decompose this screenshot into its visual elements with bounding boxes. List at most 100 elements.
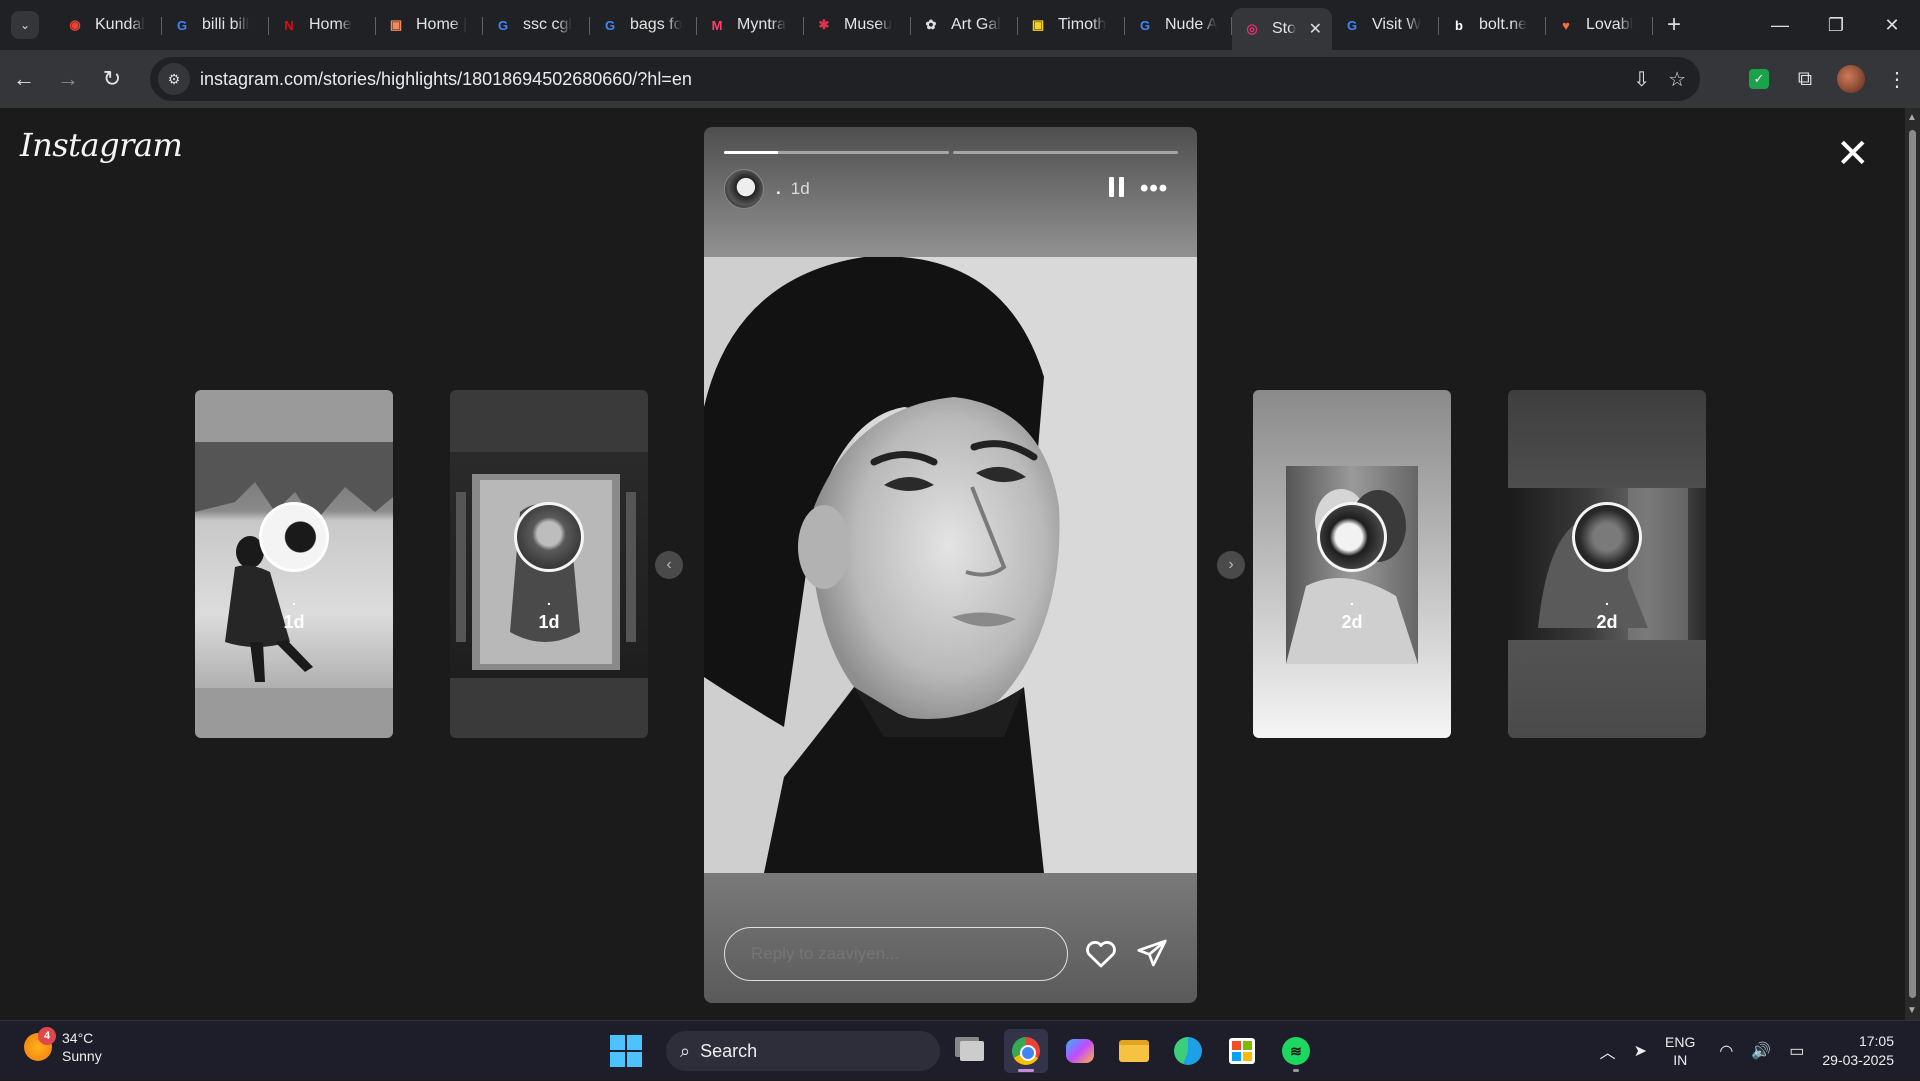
back-button[interactable]: ←	[4, 59, 44, 99]
browser-tab[interactable]: b bolt.ne	[1439, 6, 1546, 44]
microsoft-store-icon[interactable]	[1220, 1029, 1264, 1073]
taskbar-clock[interactable]: 17:05 29-03-2025	[1822, 1032, 1894, 1070]
tab-title: ssc cgl	[523, 16, 572, 33]
browser-tab[interactable]: G Visit W	[1332, 6, 1439, 44]
openai-icon: ✿	[925, 17, 937, 32]
previous-story-button[interactable]: ‹	[655, 551, 683, 579]
browser-tab[interactable]: G Nude A	[1125, 6, 1232, 44]
site-icon: ▣	[389, 17, 403, 32]
show-hidden-icons-chevron-icon[interactable]: ︿	[1600, 1039, 1616, 1063]
instagram-icon: ◎	[1246, 21, 1258, 36]
scroll-up-arrow-icon[interactable]: ▲	[1907, 112, 1917, 123]
browser-tab[interactable]: ✿ Art Gal	[911, 6, 1018, 44]
browser-tab[interactable]: Gbilli bill	[162, 6, 269, 44]
language-indicator[interactable]: ENG IN	[1665, 1033, 1695, 1069]
file-explorer-icon[interactable]	[1112, 1029, 1156, 1073]
instagram-stories-page: Instagram ✕ . 1d . 1d ‹ . 1d ••• Reply t…	[0, 108, 1905, 1020]
copilot-icon[interactable]	[1058, 1029, 1102, 1073]
site-settings-icon[interactable]: ⚙	[158, 63, 190, 95]
story-author-name[interactable]: .	[776, 179, 781, 199]
tab-title: billi bill	[202, 16, 250, 33]
extension-shield-icon[interactable]: ✓	[1736, 56, 1782, 102]
new-tab-button[interactable]: +	[1667, 11, 1681, 39]
close-window-button[interactable]: ✕	[1864, 0, 1920, 50]
windows-taskbar: 4 34°C Sunny ⌕ Search ≋ ︿ ➤ ENG IN ◠ 🔊 ▭…	[0, 1020, 1920, 1080]
close-tab-icon[interactable]: ✕	[1309, 19, 1322, 39]
forward-button[interactable]: →	[48, 59, 88, 99]
battery-icon[interactable]: ▭	[1789, 1041, 1804, 1061]
browser-tab[interactable]: N Home	[269, 6, 376, 44]
bookmark-star-icon[interactable]: ☆	[1668, 67, 1686, 92]
browser-tab[interactable]: ✱ Museu	[804, 6, 911, 44]
install-app-icon[interactable]: ⇩	[1633, 67, 1650, 92]
sun-icon: 4	[24, 1027, 56, 1061]
browser-menu-icon[interactable]: ⋮	[1874, 56, 1920, 102]
browser-tab[interactable]: ▣ Home |	[376, 6, 483, 44]
tab-search-button[interactable]: ⌄	[11, 11, 39, 39]
story-image	[704, 257, 1197, 873]
tab-title: bolt.ne	[1479, 16, 1528, 33]
site-icon: ▣	[1031, 17, 1045, 32]
reload-button[interactable]: ↻	[92, 59, 132, 99]
preview-username: .	[1605, 592, 1609, 608]
profile-avatar[interactable]	[1828, 56, 1874, 102]
spotify-icon[interactable]: ≋	[1274, 1029, 1318, 1073]
browser-tab[interactable]: ◉ Kundal	[55, 6, 162, 44]
story-header: . 1d •••	[724, 169, 1178, 209]
window-controls: — ❐ ✕	[1752, 0, 1920, 50]
clock-date: 29-03-2025	[1822, 1052, 1894, 1068]
address-bar[interactable]: ⚙ instagram.com/stories/highlights/18018…	[150, 57, 1700, 101]
story-author-avatar[interactable]	[724, 169, 764, 209]
restore-button[interactable]: ❐	[1808, 0, 1864, 50]
notification-badge: 4	[38, 1027, 56, 1045]
url-text[interactable]: instagram.com/stories/highlights/1801869…	[200, 69, 692, 90]
chevron-down-icon: ⌄	[19, 18, 31, 32]
maps-pin-icon: ◉	[69, 17, 81, 32]
minimize-button[interactable]: —	[1752, 0, 1808, 50]
browser-tab[interactable]: ♥ Lovabl	[1546, 6, 1653, 44]
like-heart-icon[interactable]	[1084, 937, 1118, 971]
page-scrollbar[interactable]: ▲ ▼	[1905, 108, 1920, 1020]
preview-time: 2d	[1341, 612, 1363, 632]
tab-list: ◉ Kundal Gbilli bill N Home ▣ Home | Gssc cgl Gb…	[55, 0, 1653, 50]
browser-tab[interactable]: Gbags fo	[590, 6, 697, 44]
send-direct-icon[interactable]	[1136, 937, 1168, 969]
extensions-puzzle-icon[interactable]: ⧉	[1782, 56, 1828, 102]
location-arrow-icon[interactable]: ➤	[1634, 1041, 1647, 1061]
chevron-left-icon: ‹	[666, 556, 672, 573]
task-view-icon[interactable]	[950, 1029, 994, 1073]
chrome-taskbar-icon[interactable]	[1004, 1029, 1048, 1073]
scrollbar-thumb[interactable]	[1909, 130, 1916, 998]
asterisk-icon: ✱	[818, 17, 830, 32]
close-stories-button[interactable]: ✕	[1836, 134, 1870, 174]
tab-title: Timoth	[1058, 16, 1107, 33]
browser-tab[interactable]: ◎ Sto ✕	[1232, 8, 1332, 50]
story-reply-input[interactable]	[724, 927, 1068, 981]
pause-icon[interactable]	[1104, 177, 1128, 201]
volume-icon[interactable]: 🔊	[1751, 1041, 1771, 1061]
story-preview[interactable]: . 1d	[195, 390, 393, 738]
tab-title: Kundal	[95, 16, 145, 33]
taskbar-search-box[interactable]: ⌕ Search	[666, 1031, 940, 1071]
edge-icon[interactable]	[1166, 1029, 1210, 1073]
more-options-icon[interactable]: •••	[1140, 175, 1168, 203]
tab-title: Museu	[844, 16, 893, 33]
active-story[interactable]: . 1d •••	[704, 127, 1197, 1003]
story-preview[interactable]: . 1d	[450, 390, 648, 738]
reload-icon: ↻	[102, 66, 122, 91]
next-story-button[interactable]: ›	[1217, 551, 1245, 579]
wifi-icon[interactable]: ◠	[1719, 1041, 1733, 1061]
weather-widget[interactable]: 4 34°C Sunny	[24, 1027, 102, 1065]
browser-tab[interactable]: ▣ Timoth	[1018, 6, 1125, 44]
tab-title: Art Gal	[951, 16, 1001, 33]
search-icon: ⌕	[680, 1040, 691, 1061]
windows-start-icon[interactable]	[610, 1035, 642, 1067]
instagram-logo[interactable]: Instagram	[20, 126, 183, 164]
region-code: IN	[1673, 1052, 1688, 1068]
scroll-down-arrow-icon[interactable]: ▼	[1907, 1005, 1917, 1016]
browser-toolbar: ← → ↻ ⚙ instagram.com/stories/highlights…	[0, 50, 1920, 108]
browser-tab[interactable]: M Myntra	[697, 6, 804, 44]
browser-tab[interactable]: Gssc cgl	[483, 6, 590, 44]
story-preview[interactable]: . 2d	[1508, 390, 1706, 738]
story-preview[interactable]: . 2d	[1253, 390, 1451, 738]
